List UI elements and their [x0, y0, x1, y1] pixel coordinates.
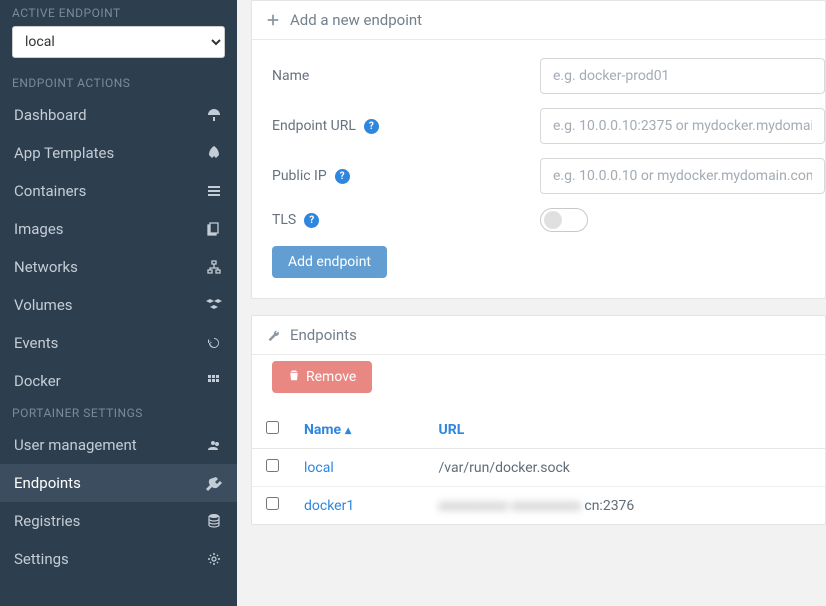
- select-all-checkbox[interactable]: [266, 421, 279, 434]
- nav-label: App Templates: [14, 144, 114, 162]
- users-icon: [205, 436, 223, 454]
- nav-label: User management: [14, 436, 137, 454]
- endpoint-url-cell: xxxxxxxxxx xxxxxxxxxx cn:2376: [427, 487, 825, 525]
- dashboard-icon: [205, 106, 223, 124]
- nav-label: Registries: [14, 512, 80, 530]
- add-endpoint-title: Add a new endpoint: [290, 11, 422, 29]
- name-label: Name: [272, 68, 540, 84]
- active-endpoint-select[interactable]: local: [12, 26, 225, 58]
- column-name[interactable]: Name▴: [292, 411, 427, 449]
- sidebar-item-endpoints[interactable]: Endpoints: [0, 464, 237, 502]
- sidebar: ACTIVE ENDPOINT local ENDPOINT ACTIONS D…: [0, 0, 237, 606]
- rocket-icon: [205, 144, 223, 162]
- wrench-icon: [266, 328, 280, 342]
- plug-icon: [205, 474, 223, 492]
- trash-icon: [288, 369, 300, 385]
- help-icon[interactable]: ?: [364, 119, 379, 134]
- sidebar-item-events[interactable]: Events: [0, 324, 237, 362]
- add-endpoint-button[interactable]: Add endpoint: [272, 246, 387, 278]
- sidebar-item-settings[interactable]: Settings: [0, 540, 237, 578]
- help-icon[interactable]: ?: [335, 169, 350, 184]
- help-icon[interactable]: ?: [304, 213, 319, 228]
- main-content: Add a new endpoint Name Endpoint URL ? P…: [237, 0, 826, 606]
- row-checkbox[interactable]: [266, 459, 279, 472]
- nav-label: Containers: [14, 182, 86, 200]
- list-icon: [205, 182, 223, 200]
- public-ip-label: Public IP ?: [272, 168, 540, 184]
- column-url[interactable]: URL: [427, 411, 825, 449]
- row-checkbox[interactable]: [266, 497, 279, 510]
- sidebar-item-containers[interactable]: Containers: [0, 172, 237, 210]
- remove-button[interactable]: Remove: [272, 361, 372, 393]
- sort-asc-icon: ▴: [345, 423, 351, 437]
- name-input[interactable]: [540, 58, 825, 94]
- endpoint-name-link[interactable]: docker1: [292, 487, 427, 525]
- cubes-icon: [205, 296, 223, 314]
- portainer-settings-label: PORTAINER SETTINGS: [0, 400, 237, 426]
- sidebar-item-volumes[interactable]: Volumes: [0, 286, 237, 324]
- sidebar-item-user-management[interactable]: User management: [0, 426, 237, 464]
- nav-label: Networks: [14, 258, 78, 276]
- nav-label: Images: [14, 220, 64, 238]
- endpoint-url-input[interactable]: [540, 108, 825, 144]
- nav-label: Docker: [14, 372, 61, 390]
- copy-icon: [205, 220, 223, 238]
- sidebar-item-dashboard[interactable]: Dashboard: [0, 96, 237, 134]
- sidebar-item-registries[interactable]: Registries: [0, 502, 237, 540]
- cogs-icon: [205, 550, 223, 568]
- nav-label: Volumes: [14, 296, 73, 314]
- table-row: local/var/run/docker.sock: [252, 449, 825, 487]
- sidebar-item-docker[interactable]: Docker: [0, 362, 237, 400]
- sitemap-icon: [205, 258, 223, 276]
- history-icon: [205, 334, 223, 352]
- endpoint-url-cell: /var/run/docker.sock: [427, 449, 825, 487]
- endpoints-list-title: Endpoints: [290, 326, 357, 344]
- tls-toggle[interactable]: [540, 208, 588, 232]
- endpoint-actions-label: ENDPOINT ACTIONS: [0, 70, 237, 96]
- url-blurred: xxxxxxxxxx xxxxxxxxxx: [439, 498, 585, 514]
- database-icon: [205, 512, 223, 530]
- nav-label: Dashboard: [14, 106, 87, 124]
- endpoints-list-panel: Endpoints Remove Name▴ URL local/var/run…: [251, 315, 826, 525]
- table-row: docker1xxxxxxxxxx xxxxxxxxxx cn:2376: [252, 487, 825, 525]
- grid-icon: [205, 372, 223, 390]
- tls-label: TLS ?: [272, 212, 540, 228]
- endpoints-table: Name▴ URL local/var/run/docker.sockdocke…: [252, 411, 825, 524]
- endpoint-name-link[interactable]: local: [292, 449, 427, 487]
- public-ip-input[interactable]: [540, 158, 825, 194]
- nav-label: Events: [14, 334, 58, 352]
- sidebar-item-images[interactable]: Images: [0, 210, 237, 248]
- sidebar-item-app-templates[interactable]: App Templates: [0, 134, 237, 172]
- sidebar-item-networks[interactable]: Networks: [0, 248, 237, 286]
- active-endpoint-label: ACTIVE ENDPOINT: [0, 0, 237, 26]
- add-endpoint-panel: Add a new endpoint Name Endpoint URL ? P…: [251, 0, 826, 299]
- nav-label: Endpoints: [14, 474, 81, 492]
- nav-label: Settings: [14, 550, 69, 568]
- endpoint-url-label: Endpoint URL ?: [272, 118, 540, 134]
- plus-icon: [266, 13, 280, 27]
